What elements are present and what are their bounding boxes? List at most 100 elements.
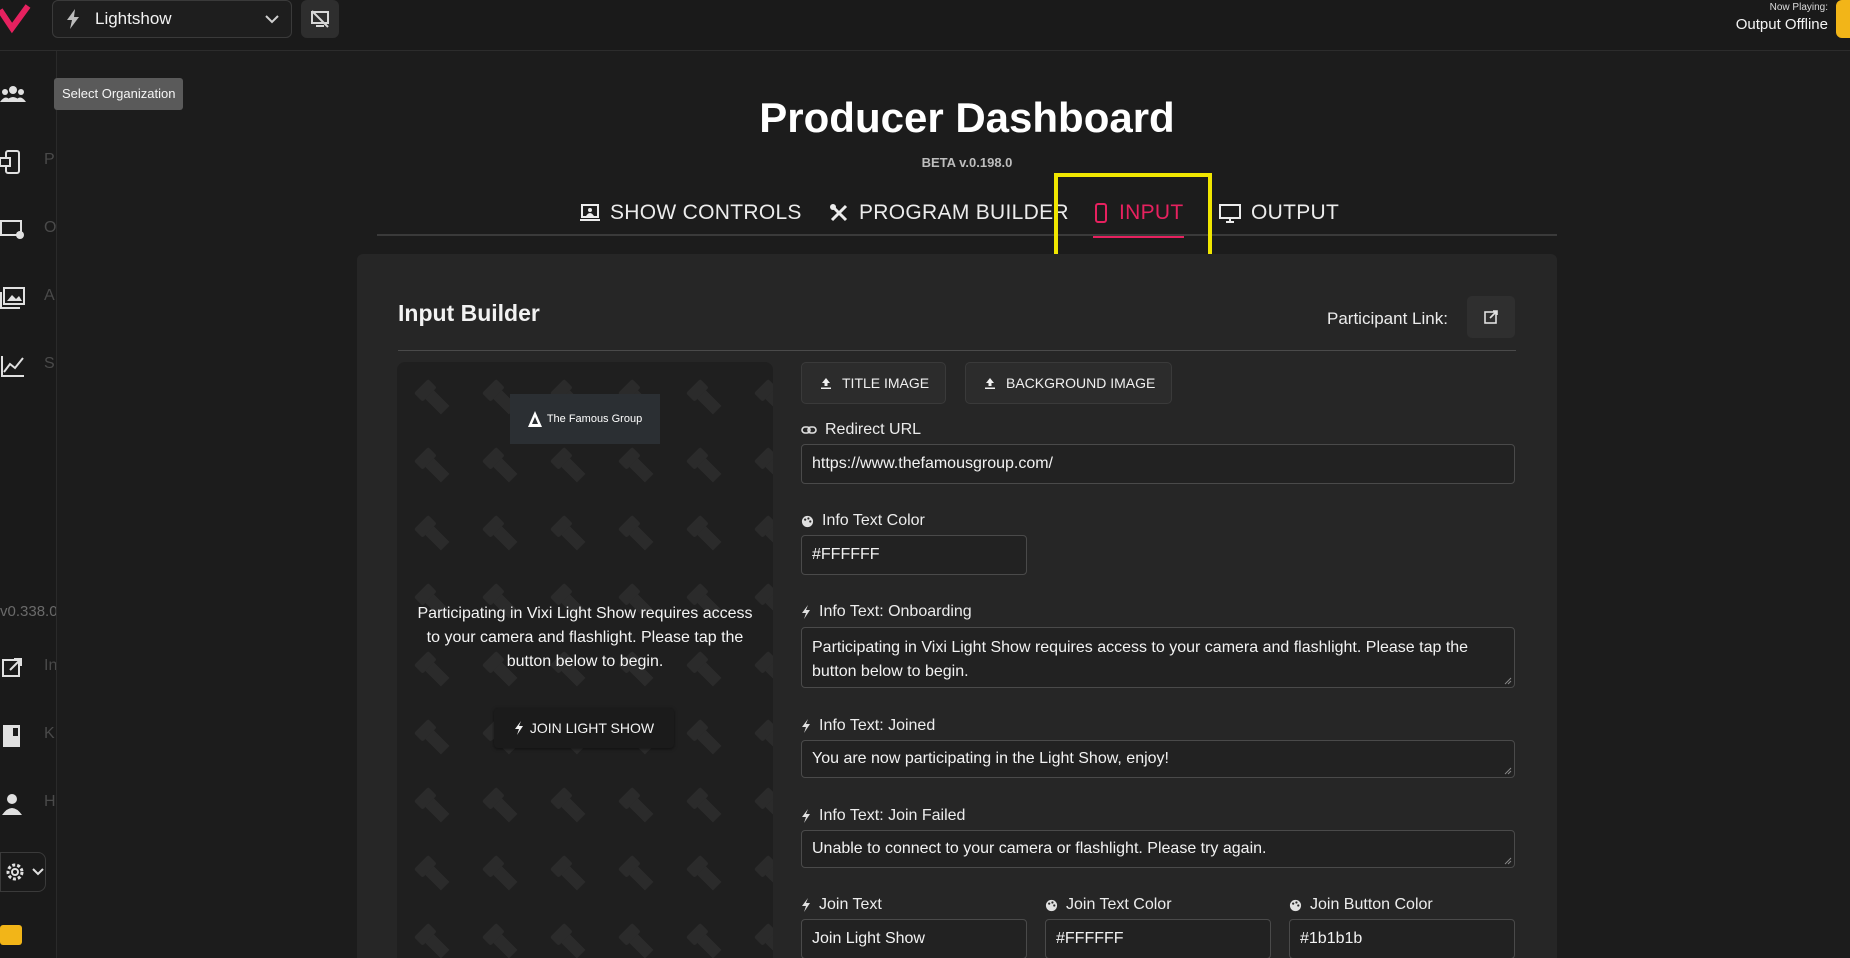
info-text-join-failed-value: Unable to connect to your camera or flas… <box>812 840 1267 857</box>
redirect-url-input[interactable]: https://www.thefamousgroup.com/ <box>801 444 1515 484</box>
sidebar-ghost-label: H <box>44 793 56 810</box>
tab-output[interactable]: OUTPUT <box>1219 190 1339 236</box>
lightning-icon <box>802 809 810 823</box>
preview-info-text: Participating in Vixi Light Show require… <box>417 605 753 670</box>
chevron-down-icon <box>265 15 279 24</box>
resize-handle-icon[interactable] <box>1504 857 1512 865</box>
info-text-joined-label: Info Text: Joined <box>801 717 935 735</box>
show-select-dropdown[interactable]: Lightshow <box>52 0 292 38</box>
sidebar-ghost-label: In <box>44 657 57 674</box>
upload-icon <box>821 378 831 389</box>
lightning-icon <box>802 719 810 733</box>
resize-handle-icon[interactable] <box>1504 677 1512 685</box>
chat-icon[interactable] <box>0 925 22 945</box>
chevron-down-icon <box>32 868 44 876</box>
join-text-color-label-text: Join Text Color <box>1066 896 1172 913</box>
palette-icon <box>1045 899 1058 911</box>
input-builder-panel: Input Builder Participant Link: The Famo… <box>357 254 1557 958</box>
join-text-label-text: Join Text <box>819 896 882 913</box>
media-library-icon <box>0 287 25 309</box>
join-text-value: Join Light Show <box>812 930 925 947</box>
tab-show-controls[interactable]: SHOW CONTROLS <box>580 190 802 236</box>
join-text-color-value: #FFFFFF <box>1056 930 1124 947</box>
background-image-label: BACKGROUND IMAGE <box>1006 375 1156 391</box>
title-image-button[interactable]: TITLE IMAGE <box>801 362 947 404</box>
tab-program-builder[interactable]: PROGRAM BUILDER <box>829 190 1069 236</box>
join-button-color-value: #1b1b1b <box>1300 930 1363 947</box>
join-text-color-input[interactable]: #FFFFFF <box>1045 919 1271 958</box>
title-image-label: TITLE IMAGE <box>842 375 930 391</box>
info-text-color-label: Info Text Color <box>801 512 925 530</box>
info-text-onboarding-textarea[interactable]: Participating in Vixi Light Show require… <box>801 627 1515 688</box>
tools-icon <box>830 204 848 222</box>
lightning-icon <box>67 9 79 29</box>
participant-link-button[interactable] <box>1467 296 1515 338</box>
sidebar-item-media[interactable] <box>0 285 28 311</box>
info-text-onboarding-label: Info Text: Onboarding <box>801 603 972 621</box>
info-text-joined-value: You are now participating in the Light S… <box>812 750 1169 767</box>
lightning-icon <box>802 605 810 619</box>
page-title: Producer Dashboard <box>759 94 1175 141</box>
now-playing-label: Now Playing: <box>1769 2 1828 13</box>
info-text-join-failed-textarea[interactable]: Unable to connect to your camera or flas… <box>801 830 1515 868</box>
tab-label: OUTPUT <box>1251 201 1340 224</box>
device-icon <box>0 150 20 174</box>
join-button-color-label-text: Join Button Color <box>1310 896 1433 913</box>
info-text-color-input[interactable]: #FFFFFF <box>801 535 1027 575</box>
join-button-color-label: Join Button Color <box>1289 896 1433 914</box>
lightning-icon <box>514 721 523 735</box>
book-icon <box>3 725 20 747</box>
now-playing: Now Playing: Output Offline <box>1736 2 1828 33</box>
sidebar-item-external-link[interactable] <box>0 655 28 681</box>
redirect-url-label-text: Redirect URL <box>825 421 922 438</box>
panel-title: Input Builder <box>398 300 540 326</box>
app-logo-icon[interactable] <box>0 4 32 34</box>
info-text-joined-textarea[interactable]: You are now participating in the Light S… <box>801 740 1515 778</box>
info-text-color-value: #FFFFFF <box>812 546 880 563</box>
organization-icon <box>0 86 26 102</box>
sidebar-ghost-label: S <box>44 355 55 372</box>
sidebar-item-organization[interactable] <box>0 81 28 107</box>
sidebar: P O A S v0.338.0 In K H <box>0 51 57 958</box>
top-bar: Lightshow Now Playing: Output Offline <box>0 0 1850 51</box>
join-text-color-label: Join Text Color <box>1045 896 1172 914</box>
info-text-onboarding-label-text: Info Text: Onboarding <box>819 603 972 620</box>
palette-icon <box>801 515 814 527</box>
link-icon <box>801 426 817 434</box>
no-display-icon <box>311 10 329 28</box>
lightning-icon <box>802 898 810 912</box>
redirect-url-label: Redirect URL <box>801 421 921 439</box>
sidebar-item-display-settings[interactable] <box>0 217 28 243</box>
settings-dropdown[interactable] <box>0 852 46 892</box>
sidebar-ghost-label: K <box>44 725 55 742</box>
info-text-joined-label-text: Info Text: Joined <box>819 717 936 734</box>
resize-handle-icon[interactable] <box>1504 767 1512 775</box>
sidebar-ghost-label: O <box>44 219 57 236</box>
join-text-label: Join Text <box>801 896 882 914</box>
toggle-output-button[interactable] <box>301 0 339 38</box>
status-indicator[interactable] <box>1836 0 1850 38</box>
show-controls-icon <box>580 204 600 221</box>
sidebar-item-analytics[interactable] <box>0 353 28 379</box>
beta-version: BETA v.0.198.0 <box>921 155 1013 170</box>
tab-label: PROGRAM BUILDER <box>859 201 1069 224</box>
brand-name: The Famous Group <box>546 413 643 425</box>
background-image-button[interactable]: BACKGROUND IMAGE <box>965 362 1173 404</box>
sidebar-item-devices[interactable] <box>0 149 28 175</box>
join-button-color-input[interactable]: #1b1b1b <box>1289 919 1515 958</box>
monitor-icon <box>1219 204 1241 223</box>
app-version: v0.338.0 <box>0 603 57 620</box>
mobile-preview: The Famous Group Participating in Vixi L… <box>397 362 773 958</box>
participant-link-label: Participant Link: <box>1327 309 1448 328</box>
join-light-show-button[interactable]: JOIN LIGHT SHOW <box>494 708 674 748</box>
user-icon <box>2 794 22 815</box>
sidebar-item-profile[interactable] <box>0 791 28 817</box>
join-text-input[interactable]: Join Light Show <box>801 919 1027 958</box>
external-link-icon <box>2 658 22 677</box>
join-button-label: JOIN LIGHT SHOW <box>529 720 655 736</box>
info-text-join-failed-label-text: Info Text: Join Failed <box>819 807 966 824</box>
palette-icon <box>1289 899 1302 911</box>
brand-logo: The Famous Group <box>510 394 660 444</box>
sidebar-item-knowledge[interactable] <box>0 723 28 749</box>
info-text-join-failed-label: Info Text: Join Failed <box>801 807 965 825</box>
